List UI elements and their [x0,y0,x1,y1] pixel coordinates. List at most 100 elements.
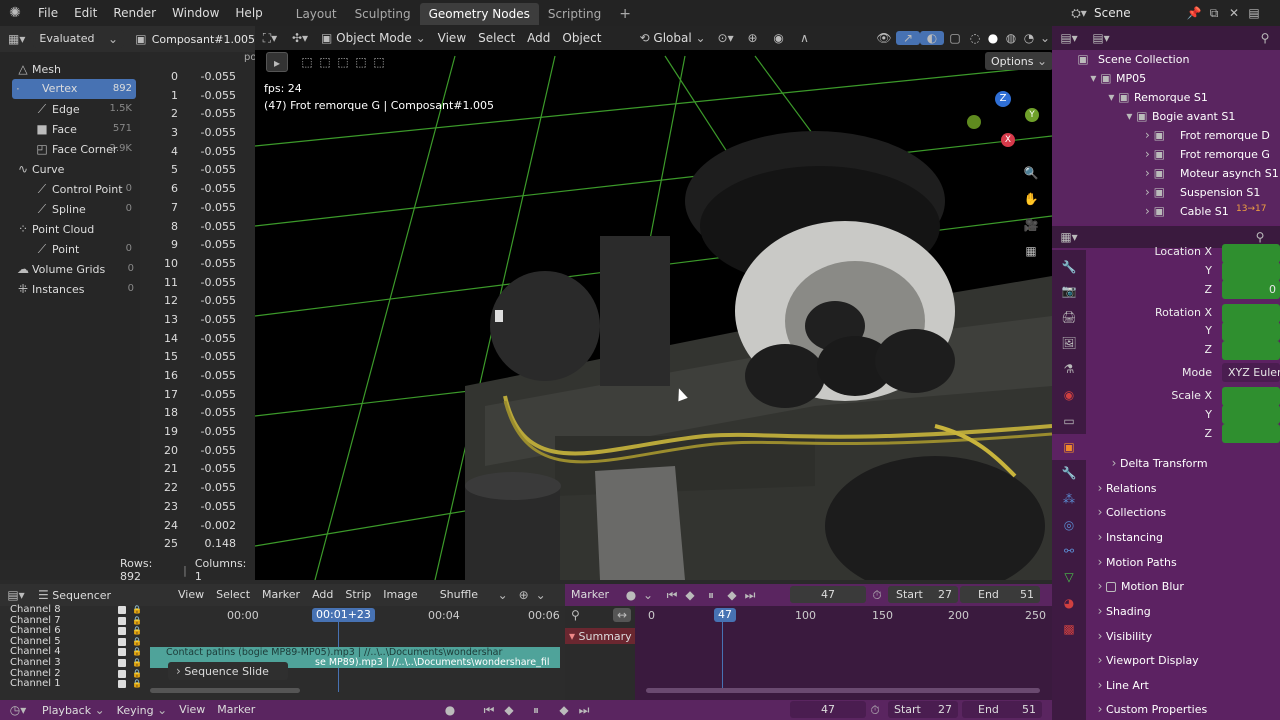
jump-end-icon[interactable]: ⏭ [741,588,759,603]
editor-type-icon[interactable]: ▦▾ [1052,230,1086,244]
tab-sculpting[interactable]: Sculpting [346,3,420,25]
outliner-item[interactable]: ▣ Scene Collection [1072,50,1189,69]
location-z-field[interactable]: 0 [1222,280,1280,299]
start-frame-field[interactable]: Start 27 [888,586,958,603]
channel-mute-checkbox[interactable] [118,637,126,646]
sequencer-menu-image[interactable]: Image [377,585,423,605]
sequencer-channel[interactable]: Channel 1 🔒 [10,678,142,690]
scene-tab-icon[interactable]: ⚗ [1052,356,1086,382]
jump-end-icon[interactable]: ⏭ [575,703,593,718]
properties-panel[interactable]: › Shading [1094,604,1151,618]
tree-item-point-cloud[interactable]: ⁘ Point Cloud [14,219,134,239]
zoom-icon[interactable]: 🔍 [1020,160,1042,186]
lock-icon[interactable]: 🔒 [132,616,142,627]
tree-item-control-point[interactable]: ⟋ Control Point 0 [32,179,132,199]
summary-channel[interactable]: ▾ Summary [565,628,635,644]
viewport-menu-add[interactable]: Add [521,28,556,48]
properties-panel[interactable]: › Motion Blur [1094,579,1184,593]
transform-icon[interactable]: ✣▾ [285,31,315,45]
search-icon[interactable]: ⚲ [1250,31,1280,45]
material-tab-icon[interactable]: ◕ [1052,590,1086,616]
chevron-down-icon[interactable]: ⌄ [1038,31,1052,45]
timeline-current-frame[interactable]: 47 [714,608,736,622]
display-mode-icon[interactable]: ▤▾ [1086,31,1116,45]
navigation-gizmo[interactable]: Z Y X [965,88,1045,158]
rotation-x-field[interactable] [1222,304,1280,323]
modifier-tab-icon[interactable]: 🔧 [1052,460,1086,486]
location-y-field[interactable] [1222,262,1280,281]
scale-x-field[interactable] [1222,387,1280,406]
timeline-marker-menu[interactable]: Marker [565,585,615,605]
jump-start-icon[interactable]: ⏮ [480,703,498,718]
tree-item-edge[interactable]: ⟋ Edge 1.5K [32,99,132,119]
sequencer-menu-strip[interactable]: Strip [339,585,377,605]
physics-tab-icon[interactable]: ◎ [1052,512,1086,538]
snap-icon[interactable]: ⊕ [740,31,766,45]
render-tab-icon[interactable]: 📷 [1052,278,1086,304]
tree-item-curve[interactable]: ∿ Curve [14,159,134,179]
viewport-menu-view[interactable]: View [432,28,472,48]
sequence-slide-operator[interactable]: › Sequence Slide [168,662,288,680]
wireframe-shading-icon[interactable]: ◌ [966,31,984,45]
tab-layout[interactable]: Layout [287,3,346,25]
outliner-item[interactable]: ▾ ▣ Remorque S1 [1108,88,1207,107]
tree-item-point[interactable]: ⟋ Point 0 [32,239,132,259]
channel-mute-checkbox[interactable] [118,669,126,678]
tool-tab-icon[interactable]: 🔧 [1052,256,1086,278]
lock-icon[interactable]: 🔒 [132,658,142,669]
swap-icon[interactable]: ↔ [613,608,631,622]
editor-type-icon[interactable]: ◷▾ [0,703,36,717]
rotation-mode-dropdown[interactable]: XYZ Euler [1222,363,1280,382]
viewport-menu-select[interactable]: Select [472,28,521,48]
stopwatch-icon[interactable]: ⏱ [868,588,886,603]
world-tab-icon[interactable]: ◉ [1052,382,1086,408]
end-frame-field[interactable]: End 51 [960,586,1040,603]
scene-selector[interactable]: ⛭▾ Scene 📌 ⧉ ✕ ▤ [1064,3,1264,23]
sequencer-type-dropdown[interactable]: ☰ Sequencer [32,585,172,605]
location-x-field[interactable] [1222,244,1280,263]
prev-keyframe-icon[interactable]: ◆ [500,703,518,717]
timeline-ruler[interactable]: 0 47 100 150 200 250 [635,606,1052,624]
properties-panel[interactable]: › Custom Properties [1094,702,1208,716]
editor-type-icon[interactable]: ▤▾ [1052,31,1086,45]
sequencer-menu-marker[interactable]: Marker [256,585,306,605]
menu-render[interactable]: Render [105,0,164,26]
channel-mute-checkbox[interactable] [118,648,126,657]
footer-marker-menu[interactable]: Marker [211,700,261,720]
prev-keyframe-icon[interactable]: ◆ [681,588,699,602]
properties-panel[interactable]: › Viewport Display [1094,653,1199,667]
gizmo-x-axis[interactable]: X [1001,133,1015,147]
sequencer-menu-view[interactable]: View [172,585,210,605]
jump-start-icon[interactable]: ⏮ [663,588,681,603]
lock-icon[interactable]: 🔒 [132,626,142,637]
outliner-item[interactable]: › ▣ Suspension S1 [1144,183,1260,202]
properties-panel[interactable]: › Motion Paths [1094,555,1177,569]
select-tool-icon[interactable]: ▸ [266,52,288,72]
properties-panel[interactable]: › Relations [1094,481,1157,495]
pin-icon[interactable]: 📌 [1184,6,1204,20]
scale-y-field[interactable] [1222,405,1280,424]
properties-panel[interactable]: › Collections [1094,505,1167,519]
xray-icon[interactable]: ▢ [944,31,966,45]
material-shading-icon[interactable]: ◍ [1002,31,1020,45]
gizmo-z-axis[interactable]: Z [995,91,1011,107]
chevron-down-icon[interactable]: ⌄ [641,588,655,602]
next-keyframe-icon[interactable]: ◆ [555,703,573,717]
view-layer-icon[interactable]: ▤ [1244,6,1264,20]
proportional-icon[interactable]: ◉ [766,31,792,45]
editor-type-icon[interactable]: ▤▾ [0,588,32,602]
pause-icon[interactable]: ⏸ [526,703,546,718]
overlay-icon[interactable]: ◐ [920,31,944,45]
select-subtract-icon[interactable]: ⬚ [334,55,352,69]
footer-end-field[interactable]: End 51 [962,701,1042,718]
add-workspace-button[interactable]: + [610,3,640,25]
grid-view-icon[interactable]: ▦ [1020,238,1042,264]
properties-panel[interactable]: › Delta Transform [1108,456,1208,470]
tree-item-face-corner[interactable]: ◰ Face Corner 2.9K [32,139,132,159]
lock-icon[interactable]: 🔒 [132,647,142,658]
menu-window[interactable]: Window [164,0,227,26]
motion-blur-checkbox[interactable] [1106,582,1116,592]
data-tab-icon[interactable]: ▽ [1052,564,1086,590]
particles-tab-icon[interactable]: ⁂ [1052,486,1086,512]
blender-logo-icon[interactable]: ✺ [0,5,30,21]
